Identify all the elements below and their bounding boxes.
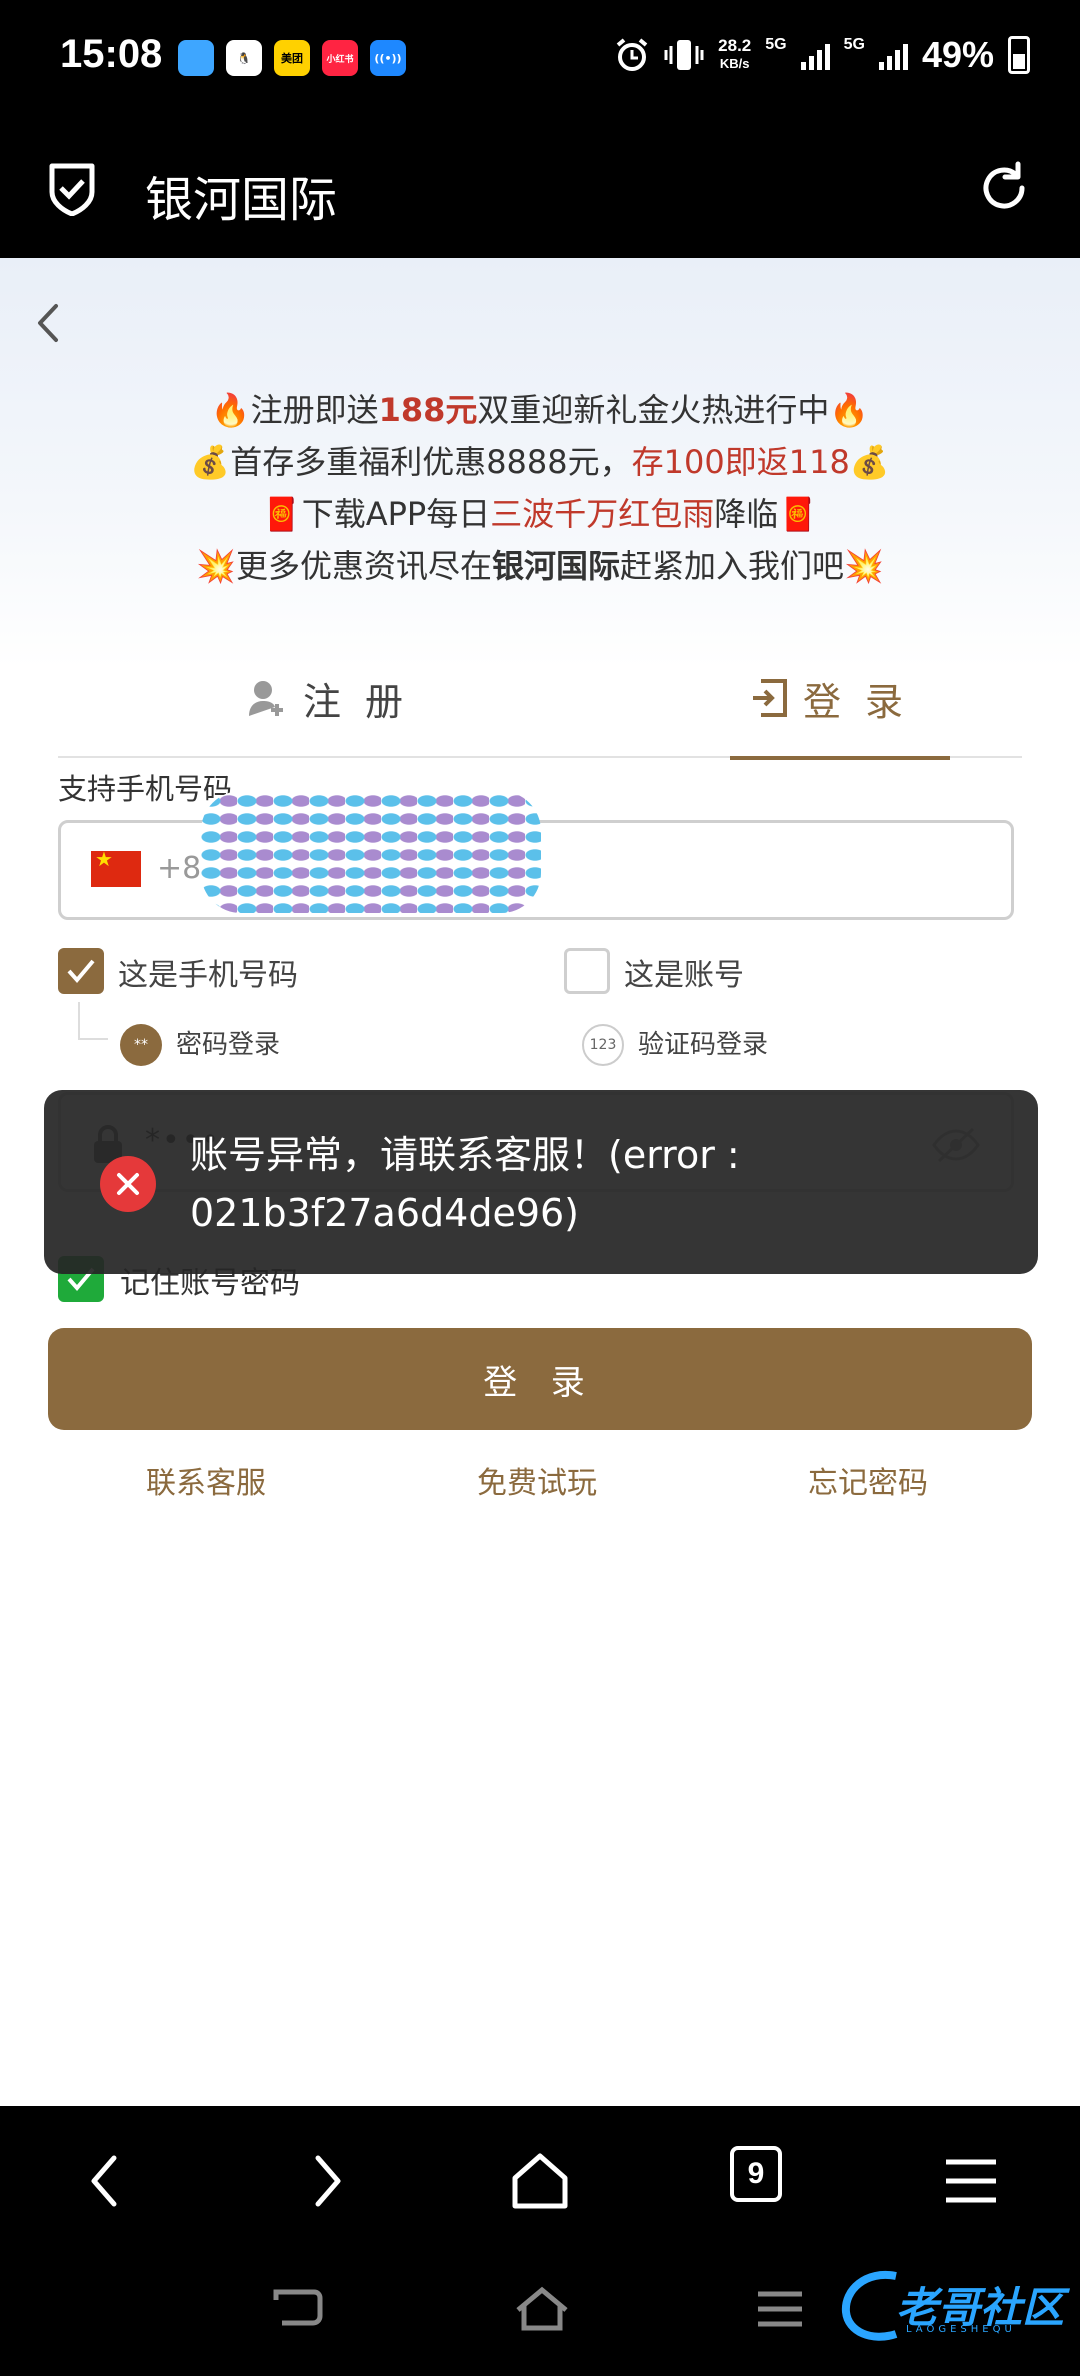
- shield-check-icon[interactable]: [46, 160, 98, 216]
- promo-line-1: 🔥注册即送188元双重迎新礼金火热进行中🔥: [210, 391, 870, 429]
- hotspot-icon: ((•)): [370, 40, 406, 76]
- phone-input[interactable]: +86: [58, 791, 1014, 920]
- tab-register[interactable]: 注 册: [178, 638, 478, 758]
- error-toast: 账号异常，请联系客服！(error : 021b3f27a6d4de96): [44, 1090, 1038, 1274]
- checkbox-phone[interactable]: [58, 948, 104, 994]
- alarm-icon: [616, 38, 648, 71]
- error-icon: [100, 1156, 156, 1212]
- menu-icon[interactable]: [936, 2146, 1006, 2216]
- contact-support-link[interactable]: 联系客服: [146, 1458, 266, 1502]
- app-title: 银河国际: [145, 172, 338, 228]
- opt-phone-label[interactable]: 这是手机号码: [118, 950, 298, 994]
- browser-nav-bar: 9: [0, 2106, 1080, 2254]
- sim1-type: 5G: [765, 36, 787, 53]
- promo-text: 🔥注册即送188元双重迎新礼金火热进行中🔥 💰首存多重福利优惠8888元，存10…: [0, 384, 1080, 592]
- status-time: 15:08: [60, 32, 163, 76]
- battery-percent: 49%: [921, 34, 994, 75]
- app-bar: 银河国际: [0, 120, 1080, 258]
- privacy-mask: [201, 791, 541, 913]
- xiaohongshu-icon: 小红书: [322, 40, 358, 76]
- opt-account-label[interactable]: 这是账号: [624, 950, 744, 994]
- system-home-icon[interactable]: [512, 2284, 572, 2334]
- promo-line-2: 💰首存多重福利优惠8888元，存100即返118💰: [190, 443, 890, 481]
- promo-line-4: 💥更多优惠资讯尽在银河国际赶紧加入我们吧💥: [196, 547, 884, 585]
- tab-login[interactable]: 登 录: [680, 638, 980, 760]
- checkbox-account[interactable]: [564, 948, 610, 994]
- login-door-icon: [752, 679, 787, 717]
- refresh-icon[interactable]: [976, 160, 1032, 216]
- add-user-icon: [248, 681, 283, 716]
- check-icon: [67, 959, 95, 984]
- login-button[interactable]: 登 录: [48, 1328, 1032, 1430]
- watermark-logo: 老哥社区 LAOGESHEQU: [836, 2266, 1066, 2346]
- code-login-option[interactable]: 验证码登录: [638, 1024, 768, 1061]
- qq-icon: 🐧: [226, 40, 262, 76]
- promo-line-3: 🧧下载APP每日三波千万红包雨降临🧧: [261, 495, 819, 533]
- forward-icon[interactable]: [290, 2146, 360, 2216]
- status-bar: 15:08 🐧 美团 小红书 ((•)) 28.2 KB/s 5G 5G 49%: [0, 0, 1080, 120]
- tabs-count-button[interactable]: 9: [730, 2146, 782, 2202]
- back-icon[interactable]: [72, 2146, 142, 2216]
- phone-hint: 支持手机号码: [58, 772, 233, 806]
- toast-message: 账号异常，请联系客服！(error : 021b3f27a6d4de96): [190, 1133, 740, 1235]
- back-chevron-icon[interactable]: [28, 298, 68, 348]
- system-menu-icon[interactable]: [754, 2284, 806, 2334]
- free-trial-link[interactable]: 免费试玩: [477, 1458, 597, 1502]
- signal-icon-1: [800, 40, 830, 70]
- system-nav-bar: 老哥社区 LAOGESHEQU: [0, 2254, 1080, 2376]
- password-login-option[interactable]: 密码登录: [176, 1024, 280, 1061]
- vibrate-icon: [664, 40, 704, 70]
- code-login-icon[interactable]: 123: [582, 1024, 624, 1066]
- signal-icon-2: [878, 40, 908, 70]
- china-flag-icon[interactable]: [91, 847, 141, 887]
- meituan-icon: 美团: [274, 40, 310, 76]
- net-speed: 28.2 KB/s: [718, 36, 752, 72]
- battery-icon: [1008, 36, 1030, 74]
- home-icon[interactable]: [505, 2146, 575, 2216]
- auth-tabs: 注 册 登 录: [58, 638, 1022, 760]
- tree-connector: [78, 1002, 108, 1040]
- sim2-type: 5G: [843, 36, 865, 53]
- status-right: 28.2 KB/s 5G 5G 49%: [614, 34, 1030, 76]
- notification-icons: 🐧 美团 小红书 ((•)): [178, 40, 406, 76]
- app-icon-blue: [178, 40, 214, 76]
- forgot-password-link[interactable]: 忘记密码: [808, 1458, 928, 1502]
- system-back-icon[interactable]: [270, 2284, 326, 2334]
- password-login-icon[interactable]: **: [120, 1024, 162, 1066]
